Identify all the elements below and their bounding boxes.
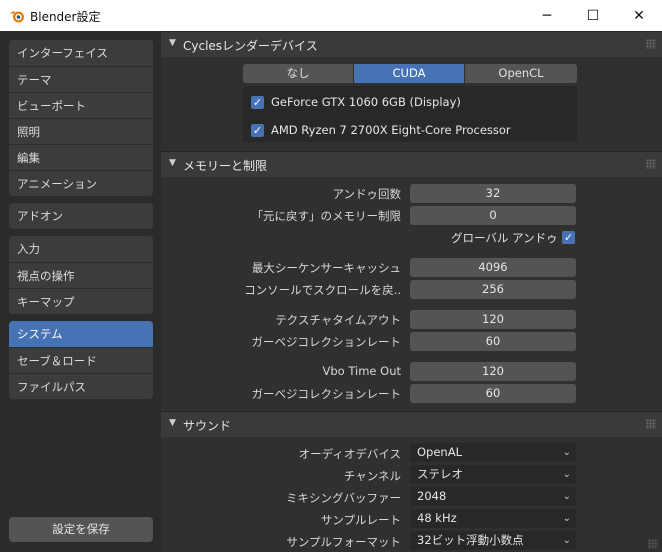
global-undo-label: グローバル アンドゥ: [451, 231, 558, 245]
vbo-timeout-label: Vbo Time Out: [322, 364, 401, 378]
texture-gc-field[interactable]: 60: [410, 332, 576, 351]
undo-steps-label: アンドゥ回数: [332, 187, 401, 201]
undo-memory-label: 「元に戻す」のメモリー制限: [251, 209, 402, 223]
maximize-button[interactable]: ☐: [570, 0, 616, 31]
tab-opencl[interactable]: OpenCL: [465, 64, 577, 83]
sidebar-item-lights[interactable]: 照明: [9, 118, 153, 144]
save-preferences-button[interactable]: 設定を保存: [9, 517, 153, 542]
vbo-gc-label: ガーベジコレクションレート: [251, 387, 402, 401]
sidebar-item-addons[interactable]: アドオン: [9, 203, 153, 229]
nav-group-system: システム セーブ＆ロード ファイルパス: [9, 321, 153, 399]
device-list: ✓ GeForce GTX 1060 6GB (Display) ✓ AMD R…: [243, 86, 577, 142]
panel-title: Cyclesレンダーデバイス: [183, 39, 318, 53]
audio-device-label: オーディオデバイス: [298, 447, 401, 461]
dropdown-value: ステレオ: [417, 467, 463, 481]
tab-none[interactable]: なし: [243, 64, 353, 83]
undo-memory-field[interactable]: 0: [410, 206, 576, 225]
nav-group-input: 入力 視点の操作 キーマップ: [9, 236, 153, 314]
sidebar-item-navigation[interactable]: 視点の操作: [9, 262, 153, 288]
undo-steps-field[interactable]: 32: [410, 184, 576, 203]
chevron-down-icon: ⌄: [562, 491, 571, 502]
mixing-buffer-dropdown[interactable]: 2048 ⌄: [410, 487, 576, 506]
drag-grip-icon[interactable]: [646, 39, 656, 49]
nav-group-addons: アドオン: [9, 203, 153, 229]
checkbox-checked-icon[interactable]: ✓: [251, 96, 264, 109]
tab-cuda[interactable]: CUDA: [354, 64, 464, 83]
sample-rate-dropdown[interactable]: 48 kHz ⌄: [410, 509, 576, 528]
collapse-arrow-icon: ▼: [169, 38, 176, 48]
mixing-buffer-label: ミキシングバッファー: [286, 491, 401, 505]
sample-format-label: サンプルフォーマット: [286, 535, 401, 549]
panel-title: サウンド: [183, 419, 232, 433]
sidebar-item-input[interactable]: 入力: [9, 236, 153, 262]
sample-rate-label: サンプルレート: [320, 513, 401, 527]
panel-header-memory[interactable]: ▼ メモリーと制限: [161, 151, 662, 177]
sidebar-item-interface[interactable]: インターフェイス: [9, 40, 153, 66]
panel-header-sound[interactable]: ▼ サウンド: [161, 411, 662, 437]
sample-format-dropdown[interactable]: 32ビット浮動小数点 ⌄: [410, 531, 576, 550]
vbo-timeout-field[interactable]: 120: [410, 362, 576, 381]
vbo-gc-field[interactable]: 60: [410, 384, 576, 403]
chevron-down-icon: ⌄: [562, 469, 571, 480]
console-scroll-label: コンソールでスクロールを戻..: [244, 283, 401, 297]
console-scroll-field[interactable]: 256: [410, 280, 576, 299]
drag-grip-icon[interactable]: [646, 419, 656, 429]
sequencer-cache-field[interactable]: 4096: [410, 258, 576, 277]
device-name: AMD Ryzen 7 2700X Eight-Core Processor: [271, 123, 511, 137]
sidebar: インターフェイス テーマ ビューポート 照明 編集 アニメーション アドオン 入…: [0, 31, 161, 552]
sidebar-item-animation[interactable]: アニメーション: [9, 170, 153, 196]
sidebar-item-keymap[interactable]: キーマップ: [9, 288, 153, 314]
chevron-down-icon: ⌄: [562, 447, 571, 458]
device-name: GeForce GTX 1060 6GB (Display): [271, 95, 461, 109]
texture-timeout-field[interactable]: 120: [410, 310, 576, 329]
sidebar-item-file-paths[interactable]: ファイルパス: [9, 373, 153, 399]
dropdown-value: OpenAL: [417, 445, 462, 459]
texture-gc-label: ガーベジコレクションレート: [251, 335, 402, 349]
checkbox-checked-icon[interactable]: ✓: [251, 124, 264, 137]
nav-group-ui: インターフェイス テーマ ビューポート 照明 編集 アニメーション: [9, 40, 153, 196]
sidebar-item-editing[interactable]: 編集: [9, 144, 153, 170]
texture-timeout-label: テクスチャタイムアウト: [275, 313, 401, 327]
chevron-down-icon: ⌄: [562, 535, 571, 546]
close-button[interactable]: ✕: [616, 0, 662, 31]
dropdown-value: 32ビット浮動小数点: [417, 533, 524, 547]
channels-label: チャンネル: [343, 469, 401, 483]
sequencer-cache-label: 最大シーケンサーキャッシュ: [251, 261, 401, 275]
collapse-arrow-icon: ▼: [169, 418, 176, 428]
audio-device-dropdown[interactable]: OpenAL ⌄: [410, 443, 576, 462]
resize-grip-icon[interactable]: [648, 539, 658, 549]
panel-title: メモリーと制限: [183, 159, 268, 173]
minimize-button[interactable]: ─: [524, 0, 570, 31]
window-title: Blender設定: [30, 10, 101, 24]
dropdown-value: 2048: [417, 489, 447, 503]
panel-header-cycles[interactable]: ▼ Cyclesレンダーデバイス: [161, 31, 662, 57]
preferences-main: ▼ Cyclesレンダーデバイス なし CUDA OpenCL ✓ GeForc…: [161, 31, 662, 552]
collapse-arrow-icon: ▼: [169, 158, 176, 168]
channels-dropdown[interactable]: ステレオ ⌄: [410, 465, 576, 484]
global-undo-checkbox[interactable]: ✓: [562, 231, 575, 244]
dropdown-value: 48 kHz: [417, 511, 457, 525]
title-bar: Blender設定 ─ ☐ ✕: [0, 0, 662, 32]
chevron-down-icon: ⌄: [562, 513, 571, 524]
sidebar-item-viewport[interactable]: ビューポート: [9, 92, 153, 118]
blender-logo-icon: [10, 11, 24, 23]
drag-grip-icon[interactable]: [646, 159, 656, 169]
sidebar-item-system[interactable]: システム: [9, 321, 153, 347]
sidebar-item-save-load[interactable]: セーブ＆ロード: [9, 347, 153, 373]
sidebar-item-themes[interactable]: テーマ: [9, 66, 153, 92]
